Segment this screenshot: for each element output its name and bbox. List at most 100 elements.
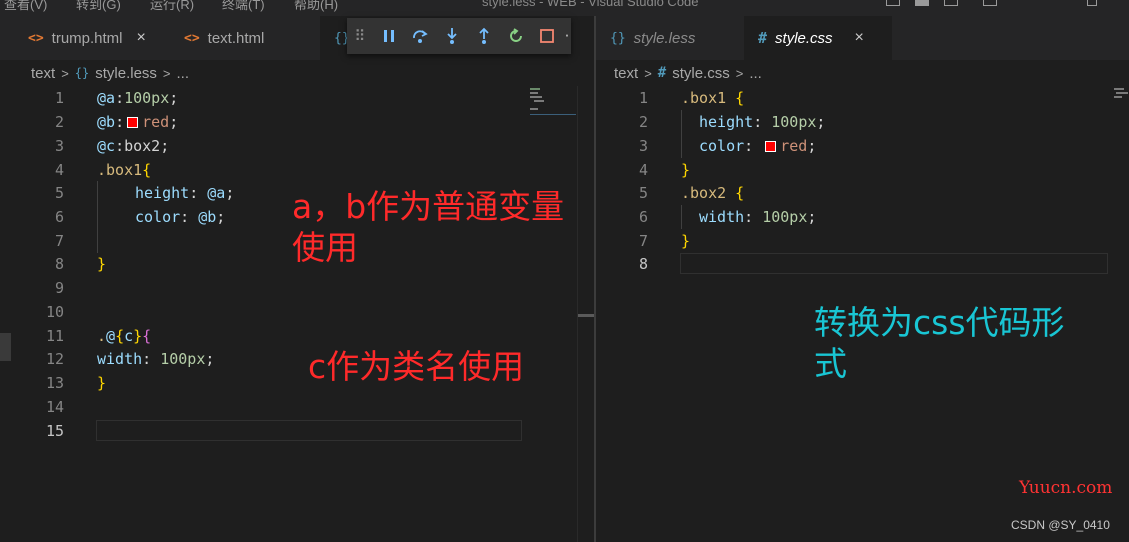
title-bar: 查看(V) 转到(G) 运行(R) 终端(T) 帮助(H) style.less… — [0, 0, 1129, 16]
line-number: 4 — [54, 161, 64, 179]
annotation-ab-variables: a，b作为普通变量 使用 — [292, 187, 565, 268]
left-edge-marker — [0, 333, 11, 361]
line-number-current: 15 — [45, 422, 64, 440]
color-swatch[interactable] — [127, 117, 139, 128]
line-number: 6 — [54, 208, 64, 226]
grip-icon[interactable]: ⠿ — [347, 18, 373, 54]
customize-layout-icon[interactable] — [983, 0, 997, 6]
line-number: 10 — [45, 303, 64, 321]
indent-guide — [681, 110, 682, 158]
chevron-right-icon: > — [61, 65, 69, 81]
code-line: .box1 { — [681, 89, 745, 107]
line-number: 8 — [54, 255, 64, 273]
css-file-icon: # — [657, 65, 667, 81]
html-file-icon: <> — [184, 30, 200, 46]
line-number-current: 8 — [638, 255, 648, 273]
breadcrumb-more[interactable]: ... — [177, 65, 190, 82]
tab-label: trump.html — [51, 29, 123, 47]
layout-panel-icon[interactable] — [915, 0, 929, 6]
line-number: 7 — [54, 232, 64, 250]
line-number: 12 — [45, 350, 64, 368]
menu-go[interactable]: 转到(G) — [76, 0, 121, 13]
html-file-icon: <> — [28, 30, 44, 46]
line-number: 9 — [54, 279, 64, 297]
line-number: 2 — [54, 113, 64, 131]
menu-terminal[interactable]: 终端(T) — [222, 0, 265, 13]
code-line: .box2 { — [681, 184, 745, 202]
breadcrumb-right: text > # style.css > ... — [614, 60, 762, 86]
minimap-left[interactable] — [530, 88, 576, 115]
right-tab-bar: {} style.less # style.css × — [596, 16, 1129, 60]
color-swatch[interactable] — [765, 141, 777, 152]
tab-label: style.less — [633, 29, 696, 47]
code-line: @c:box2; — [97, 137, 170, 155]
code-line: .box1{ — [97, 161, 152, 179]
line-number: 11 — [45, 327, 64, 345]
watermark-csdn: CSDN @SY_0410 — [1011, 518, 1110, 532]
indent-guide — [97, 181, 98, 253]
line-number: 5 — [638, 184, 648, 202]
tab-style-css[interactable]: # style.css × — [744, 16, 892, 60]
breadcrumb-file[interactable]: style.less — [95, 65, 157, 82]
window-title: style.less - WEB - Visual Studio Code — [482, 0, 699, 9]
pause-icon[interactable] — [373, 18, 405, 54]
line-number: 2 — [638, 113, 648, 131]
menu-run[interactable]: 运行(R) — [150, 0, 194, 13]
code-line: height: @a; — [135, 184, 235, 202]
more-icon[interactable]: · — [563, 18, 571, 54]
close-icon[interactable]: × — [855, 29, 864, 47]
tab-style-less-right[interactable]: {} style.less — [596, 16, 744, 60]
breadcrumb-folder[interactable]: text — [614, 65, 638, 82]
breadcrumb-left: text > {} style.less > ... — [31, 60, 189, 86]
menu-help[interactable]: 帮助(H) — [294, 0, 338, 13]
code-line: } — [681, 161, 691, 179]
step-out-icon[interactable] — [468, 18, 500, 54]
less-file-icon: {} — [610, 30, 626, 46]
line-number: 4 — [638, 161, 648, 179]
watermark-yuucn: Yuucn.com — [1019, 478, 1113, 498]
scrollbar-left[interactable] — [577, 86, 595, 542]
breadcrumb-more[interactable]: ... — [749, 65, 762, 82]
tab-label: text.html — [207, 29, 265, 47]
minimize-icon[interactable] — [1087, 0, 1097, 6]
tab-text-html[interactable]: <> text.html — [170, 16, 330, 60]
line-number: 13 — [45, 374, 64, 392]
line-number: 6 — [638, 208, 648, 226]
line-number: 1 — [638, 89, 648, 107]
editor-split-divider[interactable] — [594, 16, 596, 542]
minimap-right[interactable] — [1114, 88, 1129, 100]
layout-toggle-icon[interactable] — [886, 0, 900, 6]
code-line: } — [97, 374, 107, 392]
annotation-to-css: 转换为css代码形 式 — [814, 303, 1065, 384]
breadcrumb-file[interactable]: style.css — [672, 65, 730, 82]
step-into-icon[interactable] — [436, 18, 468, 54]
menu-view[interactable]: 查看(V) — [4, 0, 47, 13]
tab-trump-html[interactable]: <> trump.html × — [14, 16, 162, 60]
less-file-icon: {} — [74, 66, 90, 80]
annotation-c-classname: c作为类名使用 — [308, 347, 525, 386]
code-line: .@{c}{ — [97, 327, 152, 345]
close-icon[interactable]: × — [137, 29, 146, 47]
stop-icon[interactable] — [531, 18, 563, 54]
chevron-right-icon: > — [162, 65, 171, 81]
line-number: 5 — [54, 184, 64, 202]
layout-sidebar-icon[interactable] — [944, 0, 958, 6]
code-line: color: @b; — [135, 208, 226, 226]
code-line: @b: red; — [97, 113, 179, 131]
line-number: 1 — [54, 89, 64, 107]
css-file-icon: # — [758, 29, 768, 47]
code-line: @a:100px; — [97, 89, 179, 107]
line-number: 7 — [638, 232, 648, 250]
tab-label: style.css — [775, 29, 833, 47]
step-over-icon[interactable] — [404, 18, 436, 54]
current-line-highlight — [680, 253, 1108, 274]
scrollbar-thumb[interactable] — [578, 314, 595, 317]
line-number: 3 — [638, 137, 648, 155]
breadcrumb-folder[interactable]: text — [31, 65, 55, 82]
indent-guide — [681, 205, 682, 229]
code-line: width: 100px; — [699, 208, 817, 226]
line-number: 3 — [54, 137, 64, 155]
code-line: } — [681, 232, 691, 250]
restart-icon[interactable] — [500, 18, 532, 54]
chevron-right-icon: > — [735, 65, 744, 81]
